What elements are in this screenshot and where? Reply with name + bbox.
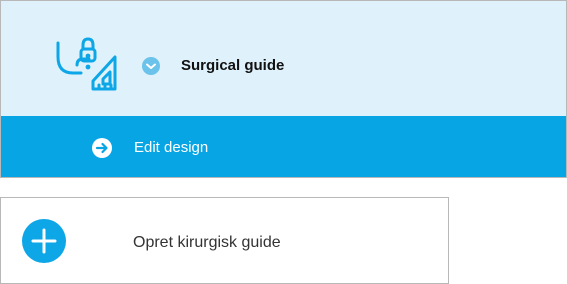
edit-design-button[interactable]: Edit design [1, 116, 566, 177]
edit-design-label: Edit design [134, 139, 209, 156]
chevron-down-icon[interactable] [142, 57, 160, 75]
surgical-guide-panel: Surgical guide Edit design [0, 0, 567, 178]
create-surgical-guide-button[interactable]: Opret kirurgisk guide [0, 197, 449, 284]
plus-icon [22, 219, 66, 263]
panel-header[interactable]: Surgical guide [1, 1, 566, 116]
panel-title: Surgical guide [181, 57, 285, 74]
create-surgical-guide-label: Opret kirurgisk guide [133, 234, 281, 251]
surgical-guide-icon [55, 35, 121, 93]
arrow-right-icon [92, 138, 112, 158]
